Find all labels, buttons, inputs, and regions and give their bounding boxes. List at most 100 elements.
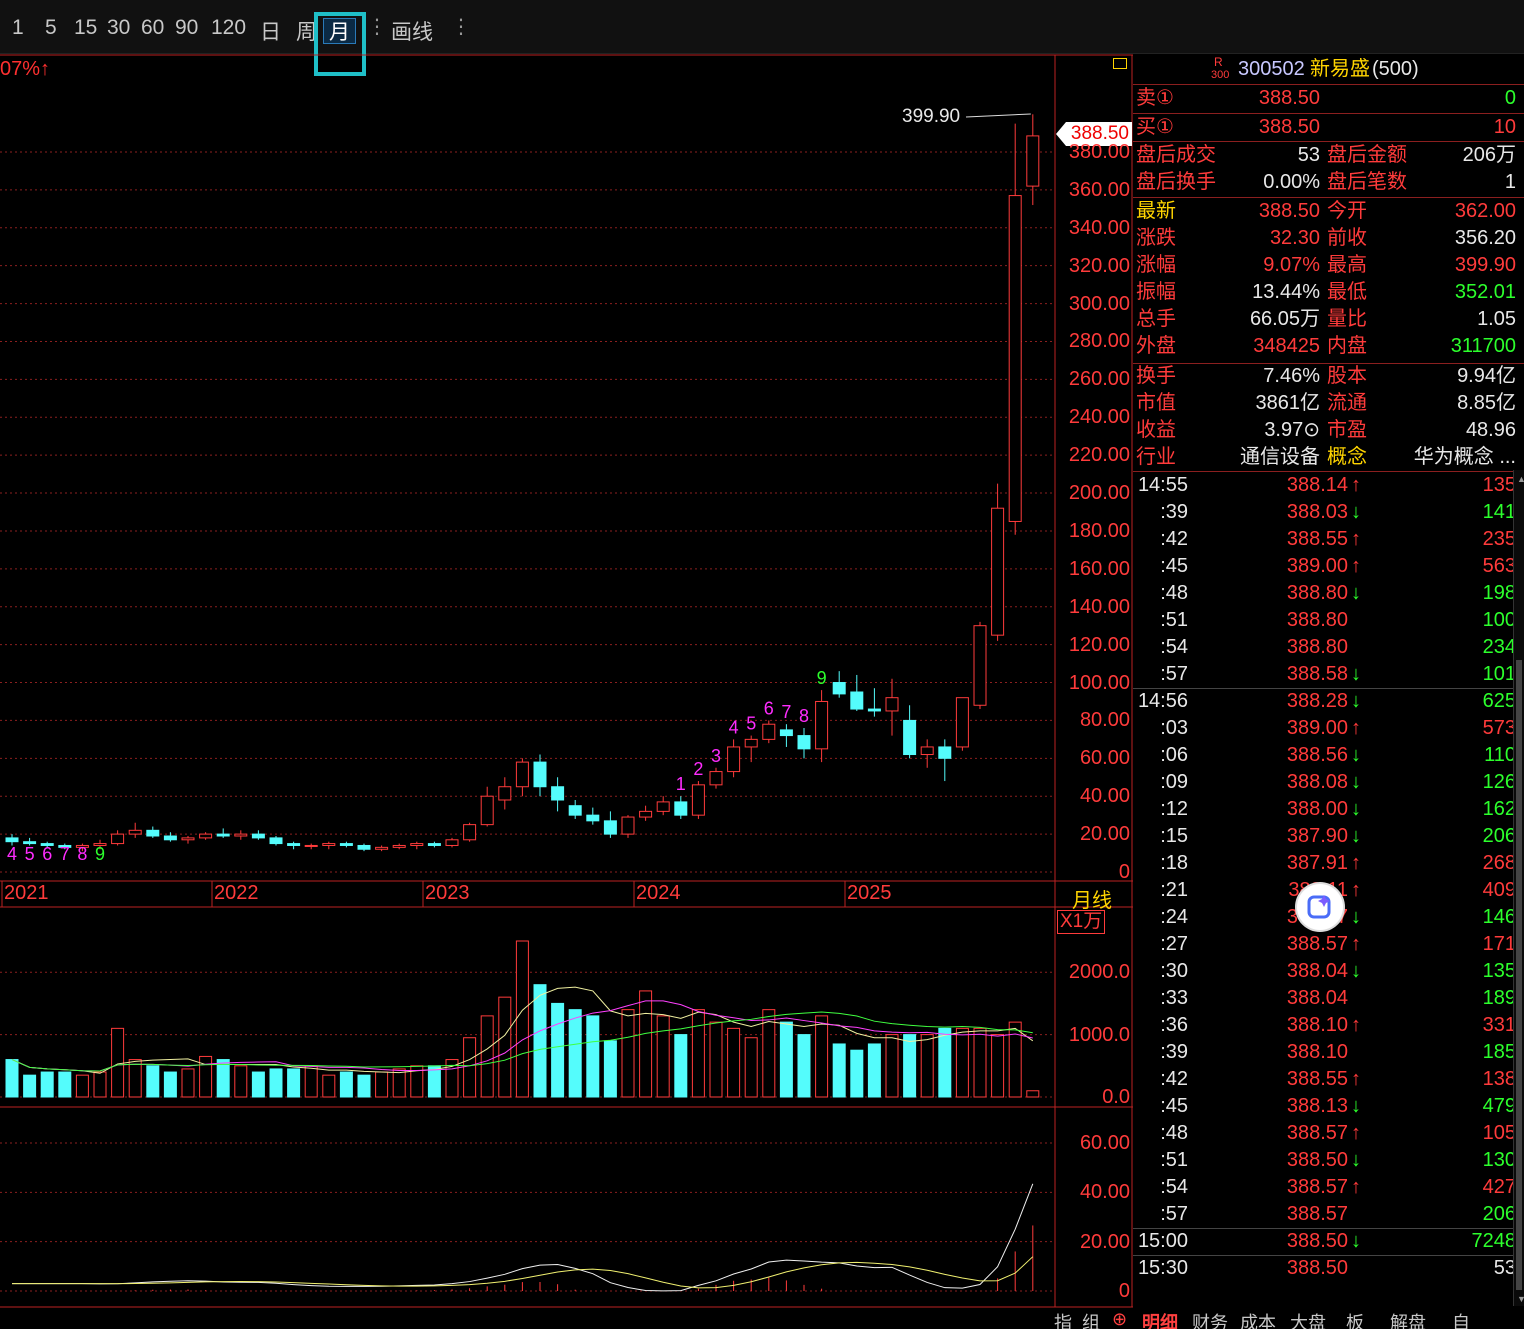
- bottom-tab[interactable]: 解盘: [1390, 1309, 1426, 1329]
- tick-row[interactable]: 14:55 388.14 ↑ 135: [1136, 472, 1516, 499]
- candle: [111, 830, 125, 846]
- volume-bar: [903, 1034, 917, 1098]
- tick-volume: 171: [1482, 933, 1516, 955]
- tick-row[interactable]: :57 388.57 206: [1136, 1201, 1516, 1228]
- volume-bar: [973, 1027, 987, 1098]
- tick-price: 387.91: [1286, 852, 1348, 874]
- tick-row[interactable]: :54 388.57 ↑ 427: [1136, 1174, 1516, 1201]
- kline-chart[interactable]: 4 5 6 7 8 91234 56 7 89: [0, 0, 1133, 1310]
- tick-volume: 141: [1482, 501, 1516, 523]
- bottom-tab[interactable]: 大盘: [1290, 1309, 1326, 1329]
- tick-time: :54: [1160, 1176, 1188, 1198]
- price-tick-label: 20.00: [1079, 823, 1130, 846]
- quote-header: R 300 300502 新易盛 (500): [1136, 56, 1524, 84]
- buy-1-row[interactable]: 买① 388.50 10: [1136, 114, 1524, 141]
- price-tick-label: 220.00: [1068, 444, 1130, 467]
- tick-time: :03: [1160, 717, 1188, 739]
- tick-time: :57: [1160, 1203, 1188, 1225]
- volume-bar: [938, 1027, 952, 1098]
- tick-row[interactable]: :39 388.10 185: [1136, 1039, 1516, 1066]
- volume-bar: [111, 1027, 125, 1098]
- candle-body: [339, 843, 353, 846]
- bottom-tab[interactable]: 板: [1346, 1309, 1364, 1329]
- tick-row[interactable]: :33 388.04 189: [1136, 985, 1516, 1012]
- tick-row[interactable]: :48 388.80 ↓ 198: [1136, 580, 1516, 607]
- price-tick-label: 240.00: [1068, 406, 1130, 429]
- year-label: 2023: [425, 882, 470, 904]
- candle: [797, 728, 811, 759]
- tick-row[interactable]: :45 388.13 ↓ 479: [1136, 1093, 1516, 1120]
- price-tick-label: 100.00: [1068, 671, 1130, 694]
- add-tab-icon[interactable]: ⊕: [1112, 1309, 1127, 1329]
- candle-body: [551, 786, 565, 801]
- volume-bar: [621, 1009, 635, 1098]
- tick-row[interactable]: :51 388.80 100: [1136, 607, 1516, 634]
- tick-row[interactable]: 15:00 388.50 ↓ 7248: [1136, 1228, 1516, 1255]
- industry-value[interactable]: 通信设备: [1226, 444, 1320, 471]
- volume-bar: [5, 1059, 19, 1098]
- bottom-tab[interactable]: 财务: [1192, 1309, 1228, 1329]
- after-turn-value: 0.00%: [1263, 171, 1320, 193]
- tick-row[interactable]: :54 388.80 234: [1136, 634, 1516, 661]
- tick-row[interactable]: :36 388.10 ↑ 331: [1136, 1012, 1516, 1039]
- tick-row[interactable]: 15:30 388.50 53: [1136, 1255, 1516, 1282]
- volume-bar: [515, 940, 529, 1098]
- stock-code: 300502: [1238, 58, 1305, 80]
- tick-row[interactable]: :12 388.00 ↓ 162: [1136, 796, 1516, 823]
- tick-row[interactable]: :06 388.56 ↓ 110: [1136, 742, 1516, 769]
- volume-tick-label: 1000.0: [1068, 1023, 1130, 1046]
- tick-row[interactable]: :18 387.91 ↑ 268: [1136, 850, 1516, 877]
- tick-row[interactable]: :09 388.08 ↓ 126: [1136, 769, 1516, 796]
- volume-bar: [375, 1071, 389, 1098]
- tick-scrollbar[interactable]: ▲ ▼: [1513, 470, 1524, 1306]
- tick-row[interactable]: :42 388.55 ↑ 138: [1136, 1066, 1516, 1093]
- stat-row: 涨幅 9.07% 最高 399.90: [1136, 252, 1524, 279]
- candle-body: [445, 839, 459, 846]
- bottom-tab[interactable]: 自: [1452, 1309, 1470, 1329]
- candle: [920, 739, 934, 768]
- candle: [339, 841, 353, 848]
- stock-name: 新易盛: [1310, 58, 1370, 80]
- assistant-float-button[interactable]: [1297, 884, 1343, 930]
- tick-row[interactable]: :39 388.03 ↓ 141: [1136, 499, 1516, 526]
- chart-grid: [0, 54, 1133, 1308]
- tick-time: :39: [1160, 1041, 1188, 1063]
- tick-row[interactable]: :15 387.90 ↓ 206: [1136, 823, 1516, 850]
- volume-bar: [269, 1068, 283, 1098]
- bottom-tab[interactable]: 明细: [1142, 1309, 1178, 1329]
- candle: [199, 832, 213, 840]
- after-amt-label: 盘后金额: [1327, 144, 1407, 166]
- peak-pointer: [965, 113, 1031, 118]
- tick-volume: 409: [1482, 879, 1516, 901]
- tick-price: 388.80: [1286, 582, 1348, 604]
- sell-1-row[interactable]: 卖① 388.50 0: [1136, 85, 1524, 112]
- tick-row[interactable]: :03 389.00 ↑ 573: [1136, 715, 1516, 742]
- tick-volume: 198: [1482, 582, 1516, 604]
- bottom-tab[interactable]: 成本: [1240, 1309, 1276, 1329]
- candle-body: [621, 816, 635, 835]
- tick-row[interactable]: 14:56 388.28 ↓ 625: [1136, 688, 1516, 715]
- candle: [251, 830, 265, 840]
- tick-row[interactable]: :30 388.04 ↓ 135: [1136, 958, 1516, 985]
- panel-toggle-icon[interactable]: [1113, 58, 1127, 69]
- industry-row[interactable]: 行业 通信设备 概念 华为概念 ...: [1136, 444, 1524, 471]
- tick-row[interactable]: :42 388.55 ↑ 235: [1136, 526, 1516, 553]
- tick-volume: 189: [1482, 987, 1516, 1009]
- tick-volume: 331: [1482, 1014, 1516, 1036]
- tick-volume: 162: [1482, 798, 1516, 820]
- stat-value-2: 356.20: [1454, 227, 1516, 249]
- candle-body: [163, 835, 177, 841]
- tick-row[interactable]: :57 388.58 ↓ 101: [1136, 661, 1516, 688]
- bottom-tab[interactable]: 指: [1054, 1309, 1072, 1329]
- bottom-tab[interactable]: 组: [1082, 1309, 1100, 1329]
- tick-row[interactable]: :51 388.50 ↓ 130: [1136, 1147, 1516, 1174]
- candle-body: [357, 844, 371, 850]
- tick-row[interactable]: :27 388.57 ↑ 171: [1136, 931, 1516, 958]
- concept-value[interactable]: 华为概念 ...: [1414, 444, 1516, 471]
- volume-bar: [339, 1071, 353, 1098]
- tick-row[interactable]: :45 389.00 ↑ 563: [1136, 553, 1516, 580]
- tick-direction-icon: ↑: [1351, 474, 1361, 496]
- volume-bar: [128, 1059, 142, 1098]
- tick-row[interactable]: :48 388.57 ↑ 105: [1136, 1120, 1516, 1147]
- tick-price: 388.56: [1286, 744, 1348, 766]
